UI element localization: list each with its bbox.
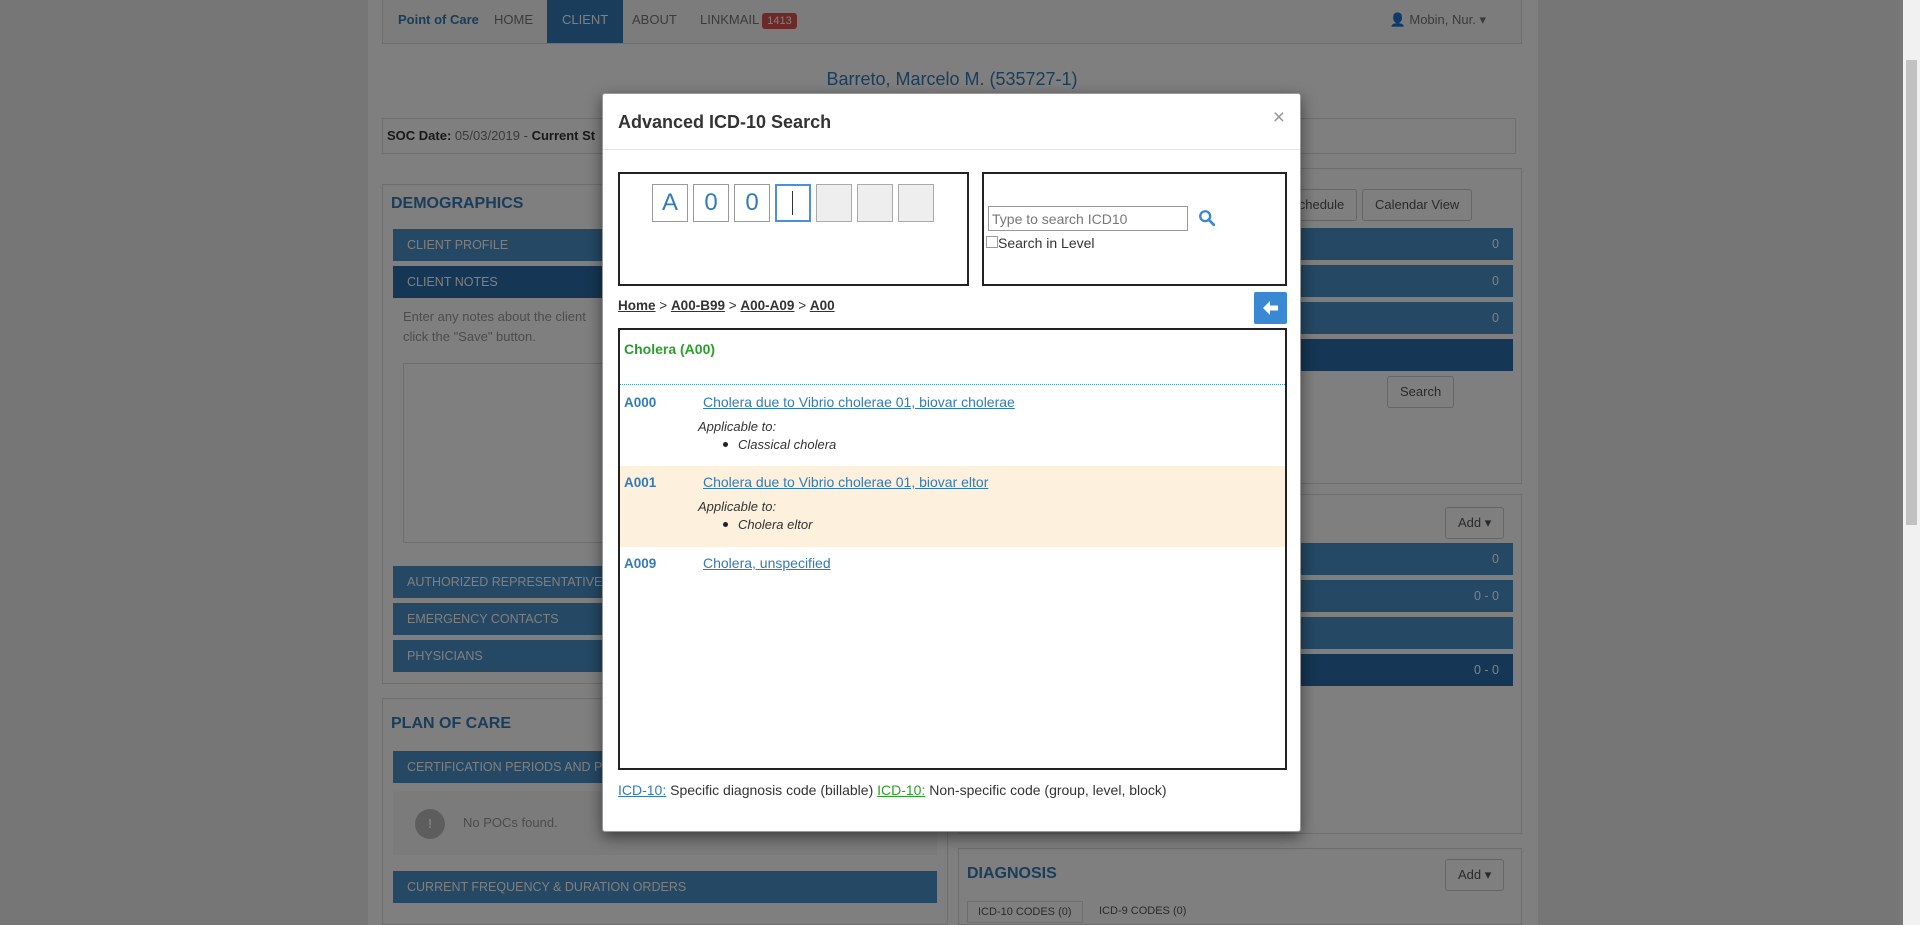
search-in-level-checkbox[interactable] (986, 236, 998, 248)
applicable-label: Applicable to: (698, 499, 777, 514)
code-char-1[interactable]: A (652, 184, 688, 222)
legend: ICD-10: Specific diagnosis code (billabl… (618, 782, 1167, 798)
scrollbar-thumb[interactable] (1906, 60, 1917, 525)
list-item: A000 Cholera due to Vibrio cholerae 01, … (620, 386, 1285, 466)
text-search-box: Search in Level (982, 172, 1287, 286)
result-code: A001 (624, 475, 657, 490)
close-icon[interactable]: × (1273, 106, 1285, 130)
result-link[interactable]: Cholera, unspecified (703, 555, 831, 571)
code-char-5[interactable] (816, 184, 852, 222)
results-header-title: Cholera (A00) (624, 341, 716, 357)
search-in-level-label: Search in Level (998, 235, 1095, 251)
code-char-2[interactable]: 0 (693, 184, 729, 222)
breadcrumb-a00[interactable]: A00 (810, 298, 835, 313)
list-item: A001 Cholera due to Vibrio cholerae 01, … (620, 466, 1285, 547)
bullet-dot (723, 522, 728, 527)
results-header: Cholera (A00) (620, 330, 1285, 385)
result-code: A009 (624, 556, 657, 571)
breadcrumb: Home > A00-B99 > A00-A09 > A00 (618, 298, 835, 313)
results-list[interactable]: Cholera (A00) A000 Cholera due to Vibrio… (618, 328, 1287, 770)
breadcrumb-a00-a09[interactable]: A00-A09 (740, 298, 794, 313)
breadcrumb-sep-2: > (728, 298, 737, 313)
legend-billable-text: Specific diagnosis code (billable) (666, 782, 878, 798)
applicable-item: Cholera eltor (738, 517, 813, 532)
modal-header: Advanced ICD-10 Search × (603, 94, 1300, 150)
breadcrumb-sep-3: > (798, 298, 807, 313)
code-char-6[interactable] (857, 184, 893, 222)
icd10-search-input[interactable] (988, 206, 1188, 231)
list-item: A009 Cholera, unspecified (620, 547, 1285, 587)
legend-nonspecific-text: Non-specific code (group, level, block) (925, 782, 1167, 798)
breadcrumb-a00-b99[interactable]: A00-B99 (671, 298, 725, 313)
breadcrumb-sep-1: > (659, 298, 668, 313)
breadcrumb-home[interactable]: Home (618, 298, 656, 313)
applicable-label: Applicable to: (698, 419, 777, 434)
search-icon[interactable] (1198, 209, 1216, 227)
icd10-search-modal: Advanced ICD-10 Search × A 0 0 Search in… (602, 93, 1301, 832)
result-code: A000 (624, 395, 657, 410)
result-link[interactable]: Cholera due to Vibrio cholerae 01, biova… (703, 394, 1015, 410)
code-char-3[interactable]: 0 (734, 184, 770, 222)
legend-nonspecific-label: ICD-10: (877, 782, 926, 798)
bullet-dot (723, 442, 728, 447)
modal-title: Advanced ICD-10 Search (618, 112, 832, 132)
code-char-4[interactable] (775, 184, 811, 222)
legend-billable-label: ICD-10: (618, 782, 667, 798)
result-link[interactable]: Cholera due to Vibrio cholerae 01, biova… (703, 474, 988, 490)
back-button[interactable] (1254, 292, 1287, 324)
code-char-7[interactable] (898, 184, 934, 222)
applicable-item: Classical cholera (738, 437, 837, 452)
arrow-left-icon (1263, 301, 1278, 315)
page-scrollbar[interactable] (1903, 0, 1920, 925)
code-entry-box: A 0 0 (618, 172, 969, 286)
